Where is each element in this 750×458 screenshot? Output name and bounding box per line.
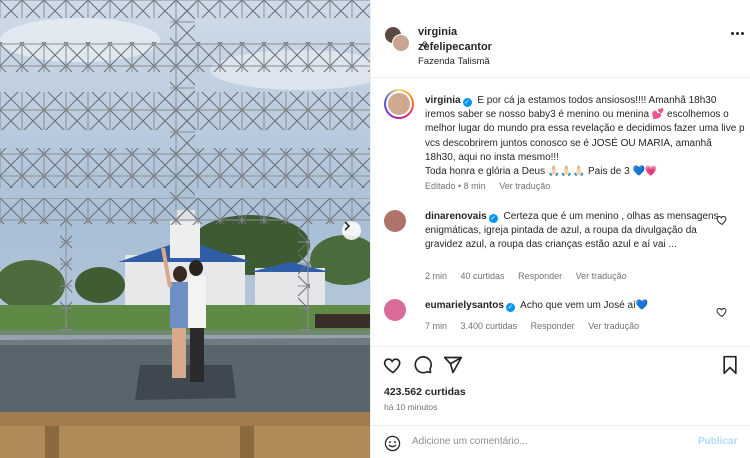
see-translation-link[interactable]: Ver tradução — [588, 321, 639, 331]
add-comment-bar: Adicione um comentário... Publicar — [371, 425, 750, 458]
more-options-button[interactable] — [731, 32, 745, 38]
heart-icon[interactable] — [716, 214, 728, 226]
verified-icon: ✓ — [462, 98, 472, 107]
post-photo[interactable] — [0, 0, 370, 458]
avatar[interactable] — [384, 89, 414, 119]
edited-label: Editado • 8 min — [425, 181, 486, 191]
post-timestamp[interactable]: há 10 minutos — [384, 402, 437, 412]
more-icon-dot — [736, 32, 739, 35]
comment-time: 2 min — [425, 271, 448, 281]
comment-meta: 7 min 3.400 curtidas Responder Ver tradu… — [425, 321, 650, 331]
avatar — [392, 34, 410, 52]
comment-body: Acho que vem um José aí💙 — [520, 300, 649, 311]
author-username[interactable]: virginia — [418, 26, 457, 38]
collab-username[interactable]: zefelipecantor — [418, 41, 492, 53]
reply-button[interactable]: Responder — [518, 271, 562, 281]
avatar[interactable] — [384, 210, 406, 232]
comment-username[interactable]: dinarenovais — [425, 211, 487, 222]
comment-meta: 2 min 40 curtidas Responder Ver tradução — [425, 271, 638, 281]
avatar[interactable] — [384, 299, 406, 321]
publish-button[interactable]: Publicar — [698, 436, 737, 447]
comment-time: 7 min — [425, 321, 448, 331]
photo-scene — [0, 0, 370, 458]
share-icon[interactable] — [443, 355, 463, 375]
bookmark-icon[interactable] — [720, 355, 740, 375]
heart-icon[interactable] — [716, 306, 728, 318]
emoji-icon[interactable] — [384, 435, 401, 452]
collab-avatars[interactable] — [384, 26, 410, 52]
next-photo-button[interactable] — [342, 221, 361, 240]
caption-meta: Editado • 8 min Ver tradução — [425, 181, 561, 191]
comment-likes[interactable]: 40 curtidas — [461, 271, 505, 281]
caption-body-2: Toda honra e glória a Deus 🙏🏻🙏🏻🙏🏻 Pais d… — [425, 166, 658, 178]
heart-icon[interactable] — [383, 355, 403, 375]
chevron-right-icon — [344, 221, 351, 231]
post-header: virginia e zefelipecantor Fazenda Talism… — [371, 0, 750, 78]
comment-text: eumarielysantos ✓ Acho que vem um José aí… — [425, 299, 725, 313]
post-details-panel: virginia e zefelipecantor Fazenda Talism… — [370, 0, 750, 458]
more-icon — [731, 32, 734, 35]
post-actions-bar — [371, 346, 750, 376]
verified-icon: ✓ — [488, 214, 498, 223]
caption-username[interactable]: virginia — [425, 95, 461, 106]
more-icon-dot — [741, 32, 744, 35]
comment-text: dinarenovais ✓ Certeza que é um menino , … — [425, 210, 725, 253]
caption-text: virginia ✓ E por cá ja estamos todos ansi… — [425, 94, 745, 179]
location-link[interactable]: Fazenda Talismã — [418, 56, 490, 67]
comment-likes[interactable]: 3.400 curtidas — [461, 321, 518, 331]
avatar-image — [388, 93, 410, 115]
likes-count[interactable]: 423.562 curtidas — [384, 386, 466, 398]
verified-icon: ✓ — [505, 303, 515, 312]
see-translation-link[interactable]: Ver tradução — [499, 181, 550, 191]
comment-username[interactable]: eumarielysantos — [425, 300, 504, 311]
comment-input[interactable]: Adicione um comentário... — [412, 436, 528, 447]
comment-icon[interactable] — [413, 355, 433, 375]
reply-button[interactable]: Responder — [531, 321, 575, 331]
see-translation-link[interactable]: Ver tradução — [576, 271, 627, 281]
caption-body: E por cá ja estamos todos ansiosos!!!! A… — [425, 95, 745, 163]
